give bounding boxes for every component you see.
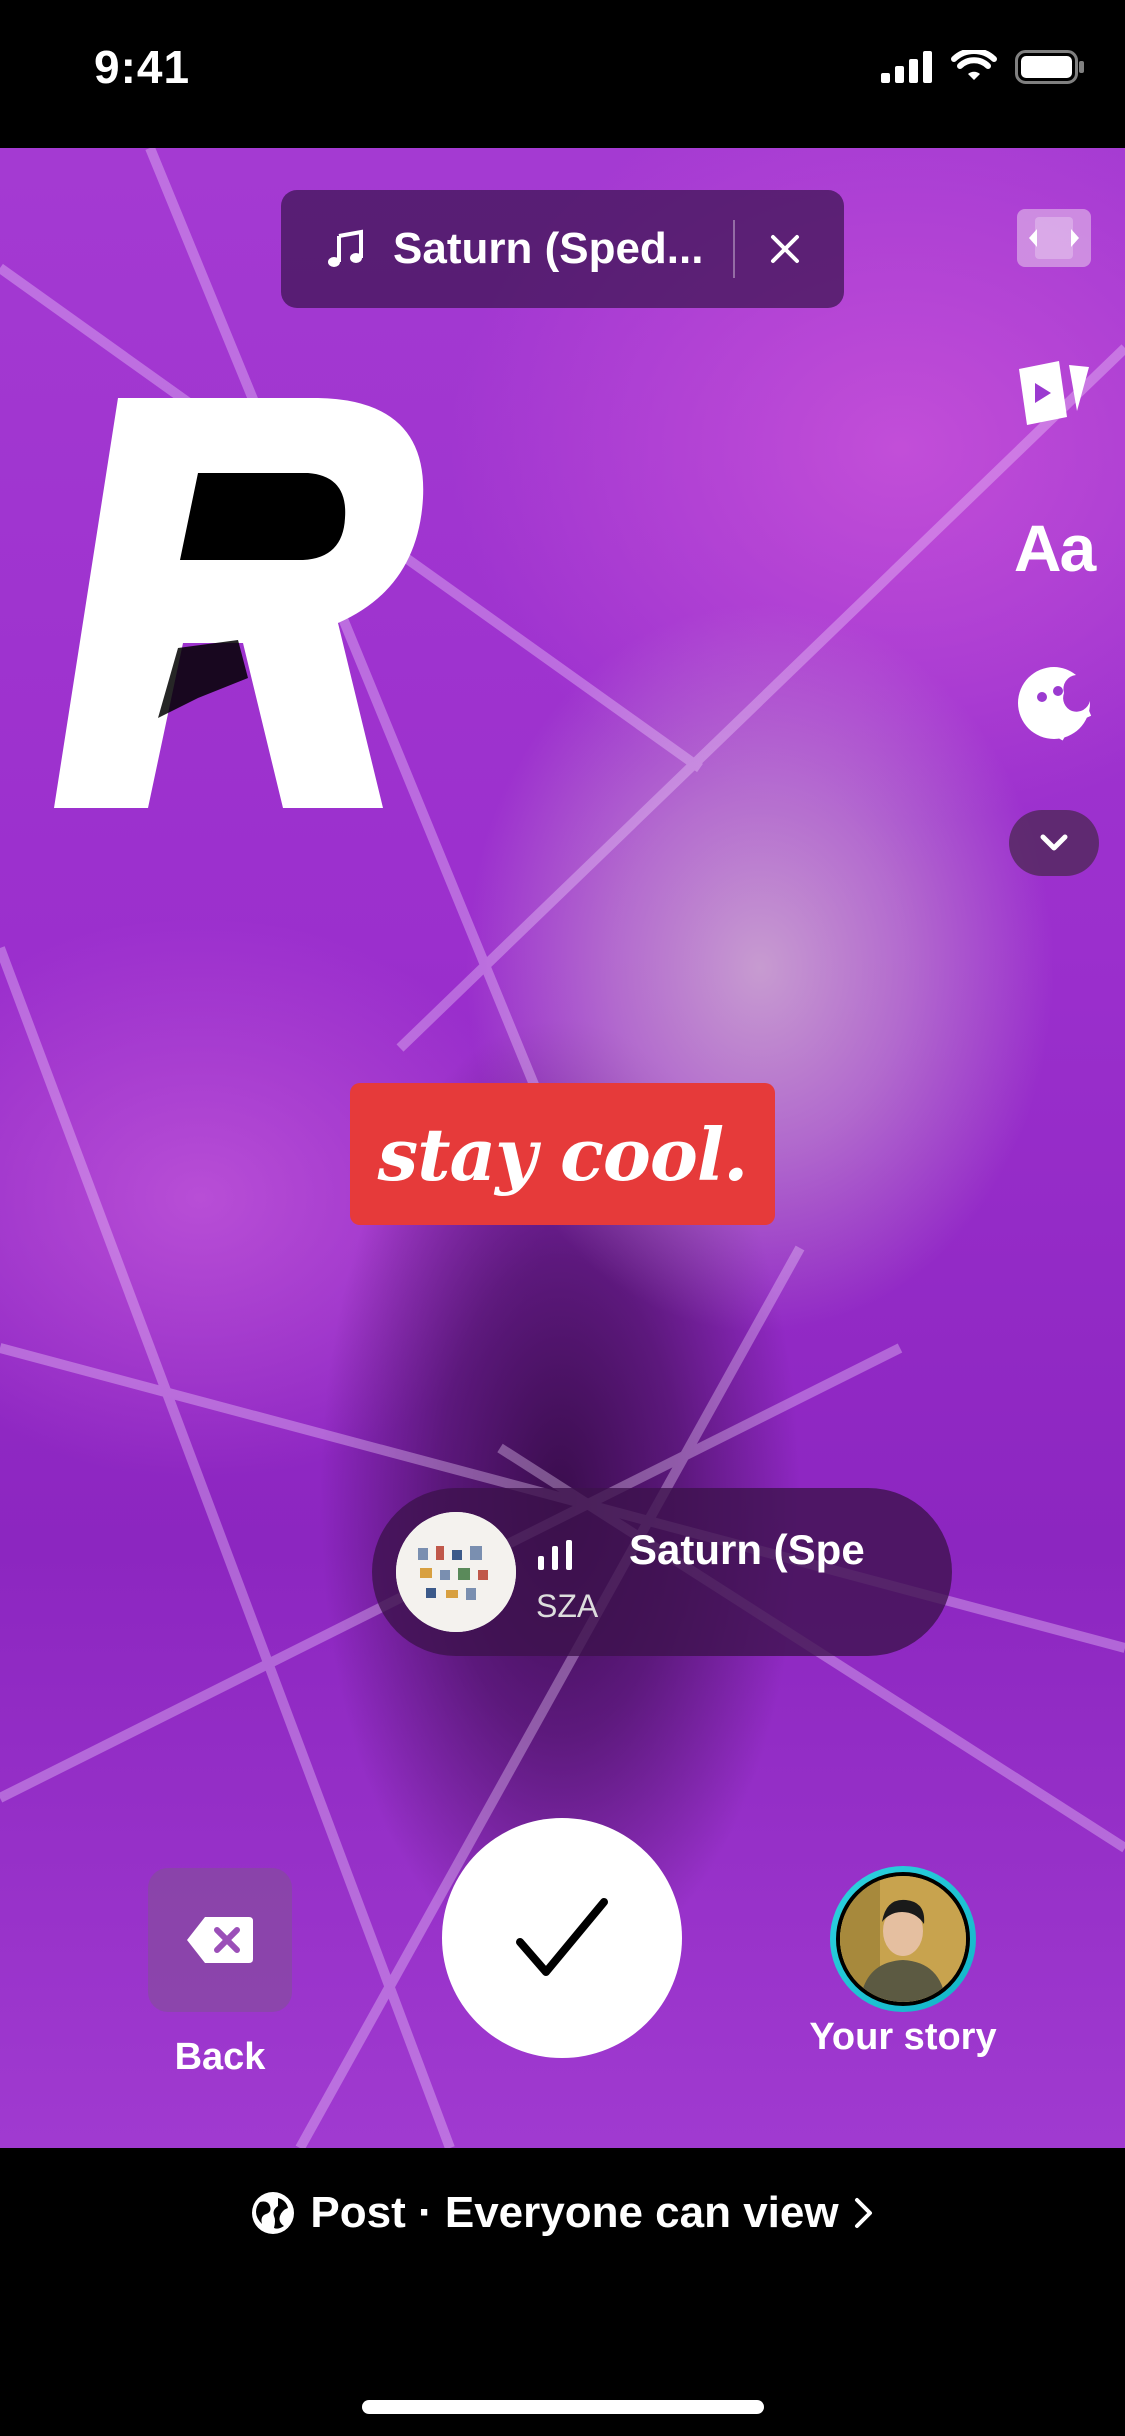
sticker-icon [1018,667,1092,741]
audio-bars-icon [538,1540,572,1570]
wifi-icon [951,50,997,80]
your-story-button[interactable] [830,1866,976,2012]
checkmark-icon [516,1898,608,1976]
album-art [396,1512,516,1632]
avatar-image [840,1876,966,2002]
resize-button[interactable] [1009,198,1099,278]
text-sticker-stay-cool[interactable]: stay cool. [350,1083,775,1225]
your-story-label: Your story [809,2016,997,2058]
home-indicator [362,2400,764,2414]
close-icon [771,235,799,263]
music-title: Saturn (Sped... [393,224,704,273]
album-art-image [396,1512,516,1632]
sticker-button[interactable] [1009,658,1099,748]
chevron-down-icon [1040,834,1068,851]
post-privacy-text: Post · Everyone can view [310,2188,839,2237]
back-label: Back [174,2036,266,2078]
music-sticker-title: Saturn (Spe [629,1526,865,1573]
music-selector-bar[interactable]: Saturn (Sped... [281,190,844,308]
back-control[interactable]: Back [148,1868,292,2078]
story-canvas[interactable]: Saturn (Sped... Aa stay cool. Saturn (Sp… [0,148,1125,2148]
cellular-signal-icon [881,51,932,83]
status-time: 9:41 [94,41,191,93]
battery-icon [1015,50,1084,84]
chevron-right-icon [854,2198,872,2228]
letter-r-sticker[interactable]: R [48,378,448,828]
text-tool-button[interactable]: Aa [1009,498,1099,598]
more-tools-pill [1009,810,1099,876]
clips-icon [1019,361,1089,425]
text-tool-label: Aa [1013,511,1096,585]
clips-button[interactable] [1009,348,1099,438]
more-tools-button[interactable] [1009,808,1099,878]
status-bar: 9:41 [0,0,1125,148]
post-privacy-selector[interactable]: Post · Everyone can view [0,2188,1125,2238]
confirm-button[interactable] [442,1818,682,2058]
remove-music-button[interactable] [735,190,835,308]
status-icons [881,50,1085,84]
globe-icon [252,2192,295,2234]
music-note-icon [328,229,363,267]
bottom-bar: Post · Everyone can view [0,2148,1125,2436]
music-sticker[interactable]: Saturn (Spe SZA [372,1488,952,1656]
delete-back-icon [187,1917,253,1963]
music-sticker-artist: SZA [536,1588,599,1624]
back-button[interactable] [148,1868,292,2012]
resize-icon [1017,209,1091,267]
avatar [836,1872,970,2006]
